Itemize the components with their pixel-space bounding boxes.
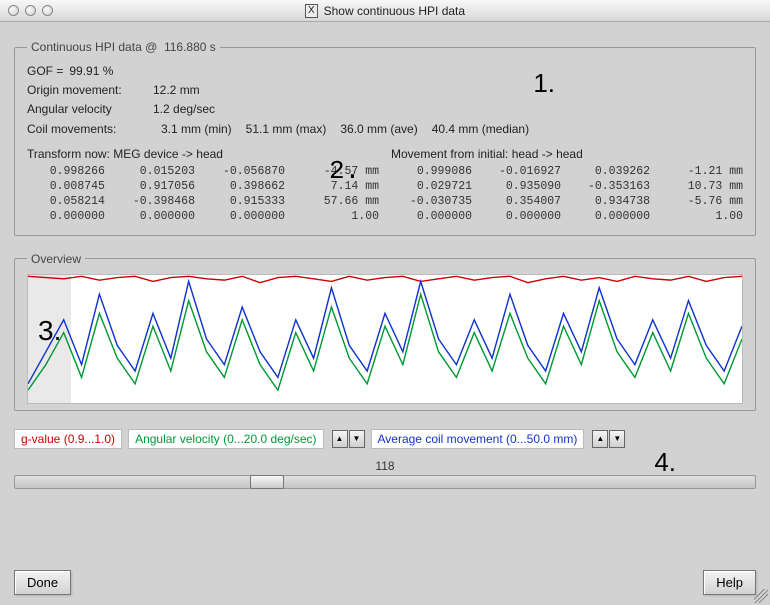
- angvel-value: 1.2 deg/sec: [153, 100, 215, 119]
- coil-label: Coil movements:: [27, 120, 147, 139]
- matrix-cell: -1.21 mm: [658, 165, 743, 178]
- close-icon[interactable]: [8, 5, 19, 16]
- matrix-cell: 0.000000: [391, 210, 472, 223]
- overview-plot[interactable]: 3.: [27, 274, 743, 404]
- done-button[interactable]: Done: [14, 570, 71, 595]
- matrix-cell: 0.917056: [113, 180, 195, 193]
- time-slider-row: 118: [14, 459, 756, 491]
- matrix-cell: 0.015203: [113, 165, 195, 178]
- matrix-cell: 0.000000: [203, 210, 285, 223]
- dialog-button-row: Done Help: [14, 570, 756, 595]
- matrix-cell: 57.66 mm: [293, 195, 379, 208]
- coil-min: 3.1 mm (min): [161, 120, 232, 139]
- matrix-cell: -0.030735: [391, 195, 472, 208]
- matrix-cell: 0.000000: [569, 210, 650, 223]
- matrix-cell: 7.14 mm: [293, 180, 379, 193]
- matrix-cell: 0.915333: [203, 195, 285, 208]
- x11-icon: X: [305, 4, 318, 18]
- matrix-cell: 0.008745: [27, 180, 105, 193]
- angvel-spinner-down[interactable]: ▼: [349, 430, 365, 448]
- transform-matrices: 2. Transform now: MEG device -> head 0.9…: [27, 147, 743, 223]
- time-slider-label: 118: [375, 459, 394, 473]
- legend-row: g-value (0.9...1.0) Angular velocity (0.…: [14, 429, 756, 449]
- overview-legend: Overview: [27, 252, 85, 266]
- matrix-cell: 0.935090: [480, 180, 561, 193]
- matrix-cell: 0.398662: [203, 180, 285, 193]
- matrix-left-title: Transform now: MEG device -> head: [27, 147, 379, 161]
- coil-med: 40.4 mm (median): [432, 120, 529, 139]
- legend-angvel: Angular velocity (0...20.0 deg/sec): [128, 429, 323, 449]
- coil-spinner-up[interactable]: ▲: [592, 430, 608, 448]
- matrix-cell: 0.998266: [27, 165, 105, 178]
- minimize-icon[interactable]: [25, 5, 36, 16]
- coil-ave: 36.0 mm (ave): [340, 120, 417, 139]
- matrix-cell: 0.934738: [569, 195, 650, 208]
- time-slider[interactable]: [14, 475, 756, 489]
- titlebar: X Show continuous HPI data: [0, 0, 770, 22]
- matrix-cell: 1.00: [658, 210, 743, 223]
- matrix-cell: 1.00: [293, 210, 379, 223]
- matrix-cell: -0.398468: [113, 195, 195, 208]
- matrix-cell: 0.999086: [391, 165, 472, 178]
- gof-label: GOF =: [27, 62, 63, 81]
- angvel-spinner-up[interactable]: ▲: [332, 430, 348, 448]
- origin-label: Origin movement:: [27, 81, 147, 100]
- hpi-data-group: Continuous HPI data @ 116.880 s 1. GOF =…: [14, 40, 756, 236]
- matrix-cell: 0.029721: [391, 180, 472, 193]
- matrix-cell: 0.354007: [480, 195, 561, 208]
- resize-grip-icon[interactable]: [754, 589, 768, 603]
- traffic-lights: [8, 5, 53, 16]
- series-line: [28, 281, 742, 383]
- matrix-cell: -0.056870: [203, 165, 285, 178]
- matrix-left: Transform now: MEG device -> head 0.9982…: [27, 147, 379, 223]
- gof-value: 99.91 %: [69, 62, 113, 81]
- angvel-spinner[interactable]: ▲ ▼: [332, 430, 365, 448]
- overview-group: Overview 3.: [14, 252, 756, 411]
- matrix-left-grid: 0.998266 0.015203 -0.056870 -4.57 mm 0.00874…: [27, 165, 379, 223]
- matrix-right-grid: 0.999086 -0.016927 0.039262 -1.21 mm 0.02972…: [391, 165, 743, 223]
- matrix-cell: 0.058214: [27, 195, 105, 208]
- series-line: [28, 294, 742, 390]
- angvel-label: Angular velocity: [27, 100, 147, 119]
- help-button[interactable]: Help: [703, 570, 756, 595]
- coil-spinner[interactable]: ▲ ▼: [592, 430, 625, 448]
- window-title-text: Show continuous HPI data: [324, 4, 465, 18]
- legend-coil: Average coil movement (0...50.0 mm): [371, 429, 585, 449]
- matrix-cell: -0.016927: [480, 165, 561, 178]
- overview-svg: [28, 275, 742, 403]
- content-area: Continuous HPI data @ 116.880 s 1. GOF =…: [0, 22, 770, 605]
- matrix-cell: -0.353163: [569, 180, 650, 193]
- coil-max: 51.1 mm (max): [246, 120, 327, 139]
- zoom-icon[interactable]: [42, 5, 53, 16]
- matrix-cell: 0.000000: [113, 210, 195, 223]
- coil-spinner-down[interactable]: ▼: [609, 430, 625, 448]
- legend-gvalue: g-value (0.9...1.0): [14, 429, 122, 449]
- matrix-right: Movement from initial: head -> head 0.99…: [391, 147, 743, 223]
- matrix-cell: -5.76 mm: [658, 195, 743, 208]
- matrix-cell: 10.73 mm: [658, 180, 743, 193]
- hpi-summary: GOF = 99.91 % Origin movement: 12.2 mm A…: [27, 62, 743, 139]
- matrix-right-title: Movement from initial: head -> head: [391, 147, 743, 161]
- series-line: [28, 276, 742, 282]
- matrix-cell: -4.57 mm: [293, 165, 379, 178]
- hpi-data-legend: Continuous HPI data @ 116.880 s: [27, 40, 220, 54]
- window-title: X Show continuous HPI data: [305, 4, 465, 18]
- window-root: X Show continuous HPI data Continuous HP…: [0, 0, 770, 605]
- origin-value: 12.2 mm: [153, 81, 200, 100]
- matrix-cell: 0.000000: [27, 210, 105, 223]
- matrix-cell: 0.039262: [569, 165, 650, 178]
- matrix-cell: 0.000000: [480, 210, 561, 223]
